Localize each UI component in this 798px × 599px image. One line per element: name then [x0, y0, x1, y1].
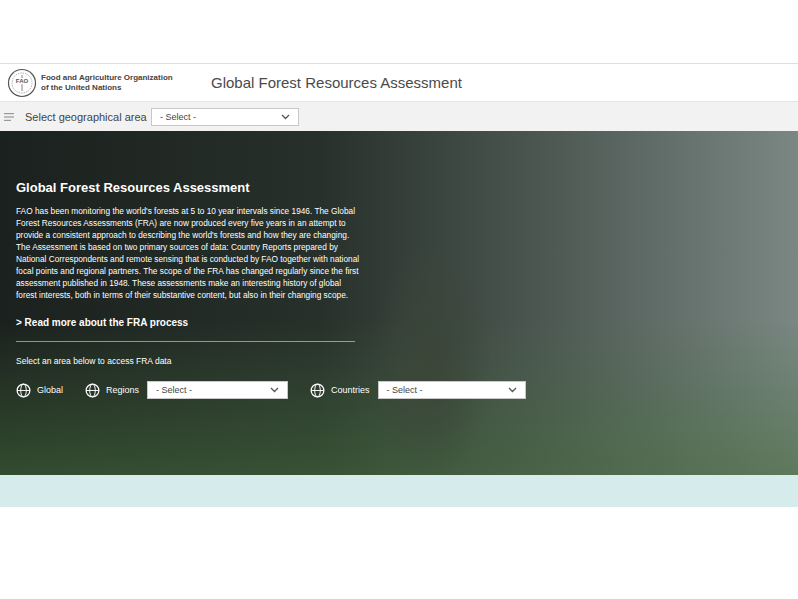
area-item: Regions - Select - [85, 381, 288, 399]
globe-icon [85, 383, 100, 398]
area-row: Global Regions - Select - Countries - Select… [16, 381, 536, 399]
hero-paragraph: FAO has been monitoring the world's fore… [16, 205, 361, 301]
organization-line: of the United Nations [41, 83, 173, 93]
area-label: Regions [106, 385, 139, 395]
teal-strip [0, 475, 798, 507]
area-select[interactable]: - Select - [147, 381, 288, 399]
read-more-link[interactable]: > Read more about the FRA process [16, 317, 361, 328]
hero-content: Global Forest Resources Assessment FAO ha… [0, 131, 377, 399]
area-select[interactable]: - Select - [378, 381, 526, 399]
header: FAO Food and Agriculture Organizationof t… [0, 63, 798, 101]
site-title[interactable]: Global Forest Resources Assessment [211, 74, 462, 91]
area-item[interactable]: Global [16, 383, 63, 398]
area-label: Countries [331, 385, 370, 395]
geo-area-select[interactable]: - Select - [151, 108, 299, 126]
chevron-down-icon [281, 114, 290, 120]
divider [16, 341, 355, 342]
organization-name: Food and Agriculture Organizationof the … [41, 73, 173, 93]
select-value: - Select - [156, 385, 192, 395]
fao-brand[interactable]: FAO Food and Agriculture Organizationof t… [7, 68, 211, 98]
area-prompt: Select an area below to access FRA data [16, 356, 361, 366]
hero: Global Forest Resources Assessment FAO ha… [0, 131, 798, 475]
logo-text: FAO [14, 78, 30, 84]
area-item: Countries - Select - [310, 381, 526, 399]
toolbar: Select geographical area - Select - [0, 101, 798, 131]
organization-line: Food and Agriculture Organization [41, 73, 173, 83]
chevron-down-icon [508, 387, 517, 393]
top-space [0, 0, 798, 63]
chevron-down-icon [270, 387, 279, 393]
menu-icon[interactable] [4, 113, 14, 121]
select-value: - Select - [160, 112, 196, 122]
area-label: Global [37, 385, 63, 395]
geo-area-label: Select geographical area [25, 111, 151, 123]
globe-icon [16, 383, 31, 398]
select-value: - Select - [387, 385, 423, 395]
hero-title: Global Forest Resources Assessment [16, 180, 361, 195]
globe-icon [310, 383, 325, 398]
page: FAO Food and Agriculture Organizationof t… [0, 0, 798, 599]
